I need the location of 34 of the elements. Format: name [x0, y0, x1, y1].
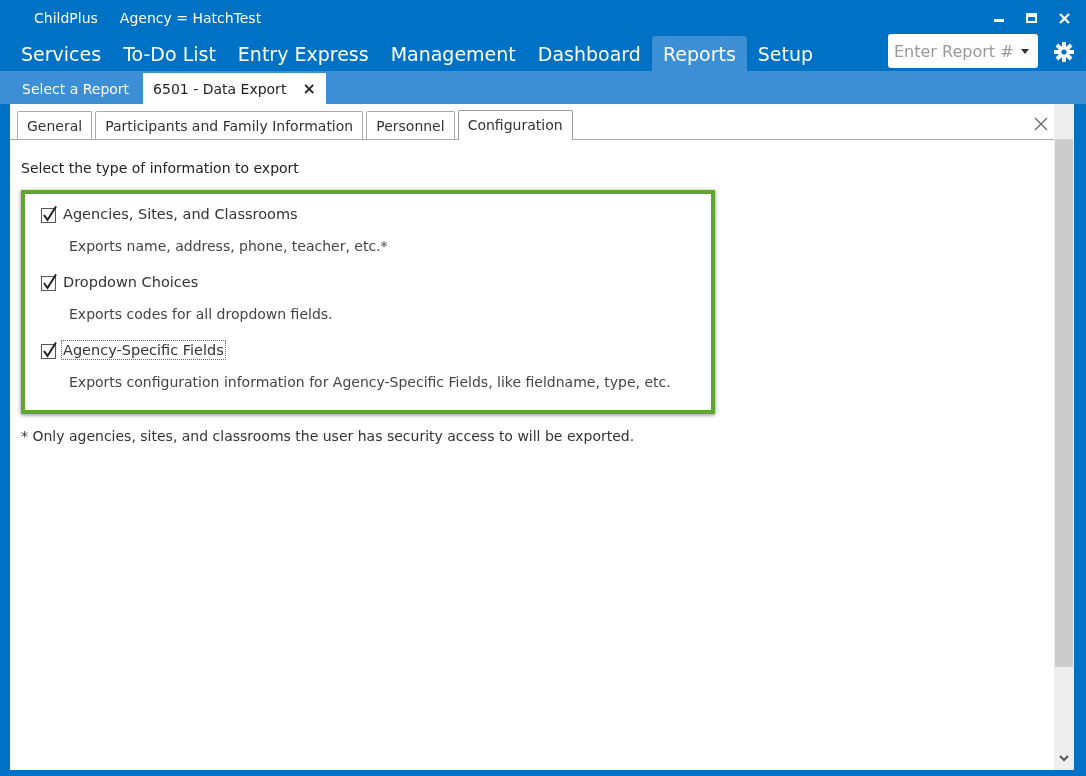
checkbox-label[interactable]: Dropdown Choices — [61, 272, 201, 292]
menu-item[interactable]: To-Do List — [112, 36, 227, 71]
close-tab-button[interactable]: × — [302, 79, 316, 98]
tab-label: 6501 - Data Export — [153, 80, 287, 97]
checkbox-label[interactable]: Agencies, Sites, and Classrooms — [61, 204, 300, 224]
tab[interactable]: Participants and Family Information — [95, 111, 364, 139]
caret-icon — [1021, 48, 1029, 54]
menu-item[interactable]: Management — [379, 36, 527, 71]
scrollbar[interactable] — [1054, 104, 1074, 770]
tab[interactable]: Personnel — [366, 111, 455, 139]
menu-item[interactable]: Setup — [746, 36, 825, 71]
tab[interactable]: General — [17, 111, 93, 139]
option-description: Exports configuration information for Agency-Specific Fields, like fieldname, type, etc. — [68, 373, 672, 392]
menu-item[interactable]: Entry Express — [226, 36, 380, 71]
tab-label: Select a Report — [22, 80, 130, 97]
menu-item[interactable]: Services — [10, 36, 113, 71]
menu-item[interactable]: Dashboard — [526, 36, 652, 71]
option-description: Exports codes for all dropdown fields. — [68, 305, 334, 324]
tab[interactable]: Configuration — [457, 110, 573, 140]
checkbox-label[interactable]: Agency-Specific Fields — [61, 340, 226, 360]
app-name: ChildPlus — [34, 10, 98, 26]
footnote: * Only agencies, sites, and classrooms the user has security access to will be exported. — [21, 428, 636, 444]
close-icon[interactable] — [1034, 117, 1048, 131]
section-heading: Select the type of information to export — [21, 160, 300, 176]
checkbox[interactable] — [41, 341, 58, 359]
option-description: Exports name, address, phone, teacher, etc.* — [68, 237, 389, 256]
agency-label: Agency = HatchTest — [119, 10, 262, 26]
settings-icon[interactable] — [1054, 42, 1074, 62]
checkbox[interactable] — [41, 205, 58, 223]
maximize-icon[interactable] — [1026, 13, 1037, 23]
checkbox[interactable] — [41, 273, 58, 291]
report-number-field[interactable]: Enter Report # — [888, 34, 1038, 68]
chevron-down-icon[interactable] — [1059, 755, 1069, 762]
document-tab[interactable]: 6501 - Data Export × — [143, 73, 326, 104]
